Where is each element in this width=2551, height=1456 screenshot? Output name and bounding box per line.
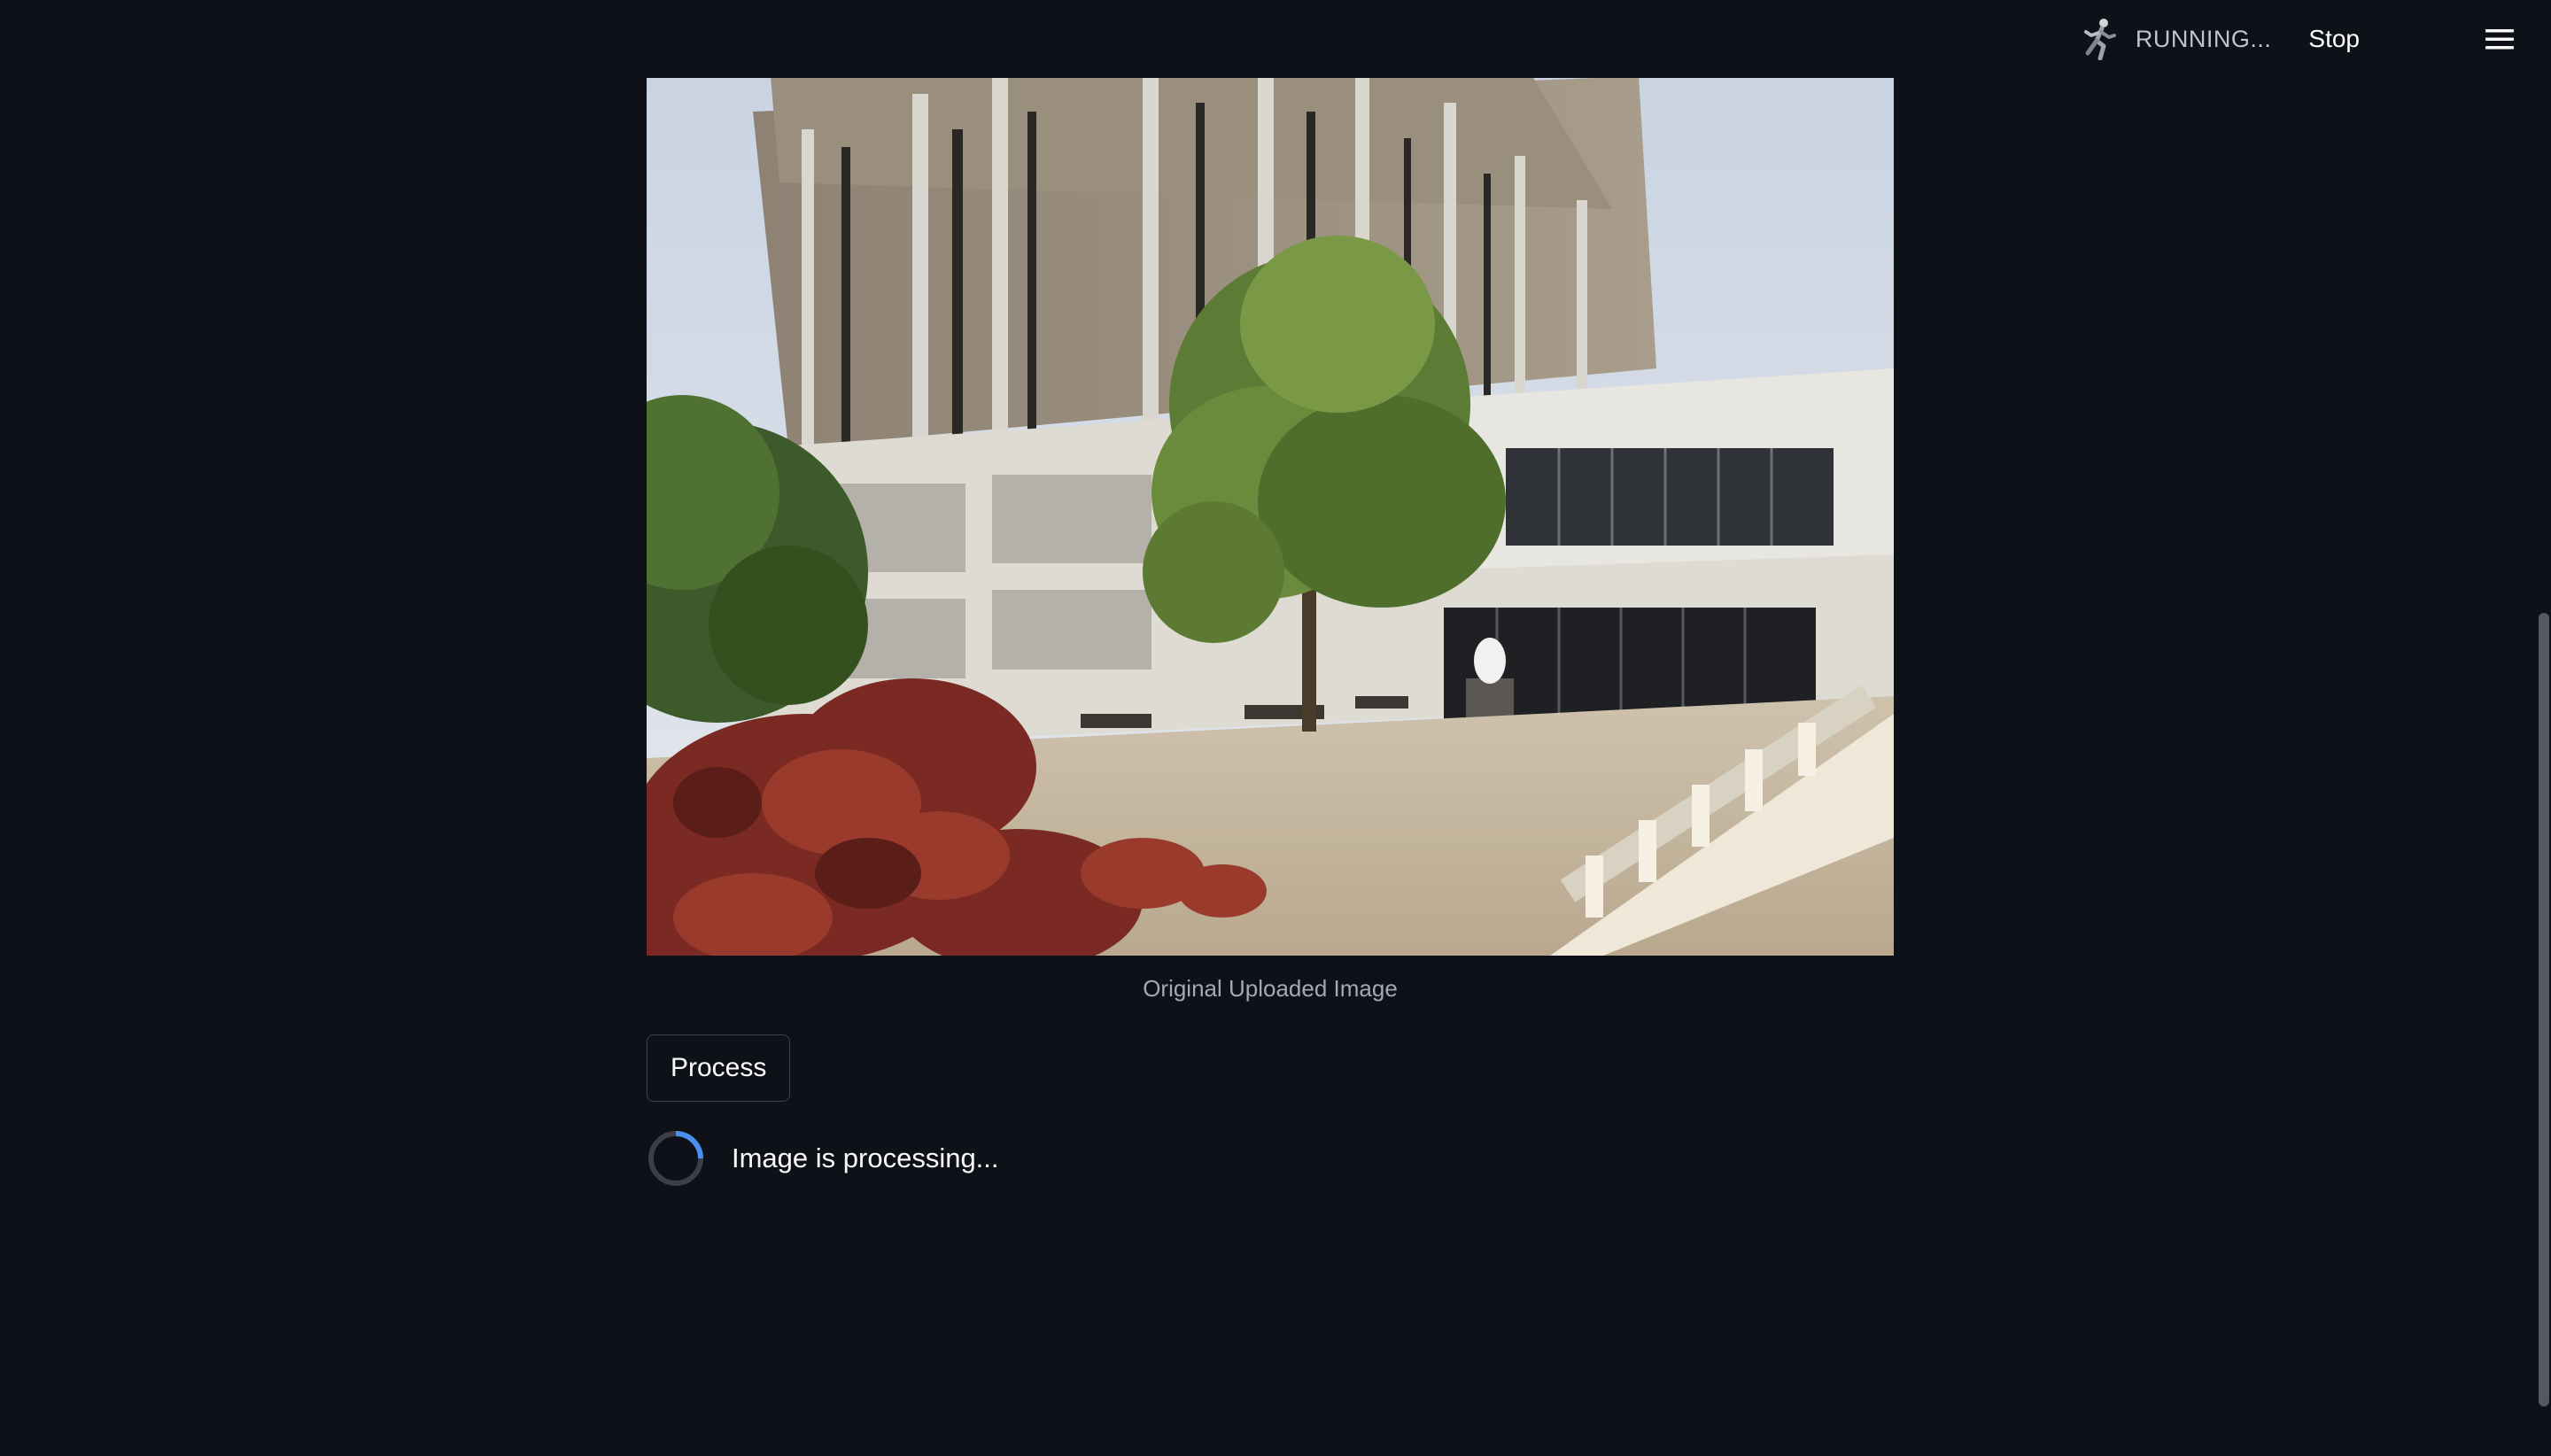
image-caption: Original Uploaded Image — [1143, 975, 1398, 1002]
uploaded-image — [647, 76, 1894, 956]
main-menu-button[interactable] — [2478, 19, 2521, 58]
stop-button[interactable]: Stop — [2308, 19, 2360, 58]
processing-status: Image is processing... — [647, 1128, 1894, 1189]
app-root: RUNNING... Stop Original Uploaded Image … — [0, 0, 2551, 1456]
status-widget: RUNNING... Stop — [2081, 16, 2360, 62]
process-button[interactable]: Process — [647, 1034, 791, 1102]
scrollbar-thumb[interactable] — [2539, 613, 2549, 1406]
page-scrollbar[interactable] — [2537, 0, 2551, 1456]
loading-spinner-icon — [648, 1131, 703, 1186]
main-content: Original Uploaded Image Process Image is… — [647, 76, 1894, 1189]
running-man-icon — [2083, 19, 2116, 60]
processing-text: Image is processing... — [732, 1142, 999, 1173]
running-status-text: RUNNING... — [2135, 25, 2272, 52]
hamburger-menu-icon — [2485, 29, 2514, 50]
building-photo — [647, 76, 1894, 956]
app-header: RUNNING... Stop — [0, 0, 2551, 78]
